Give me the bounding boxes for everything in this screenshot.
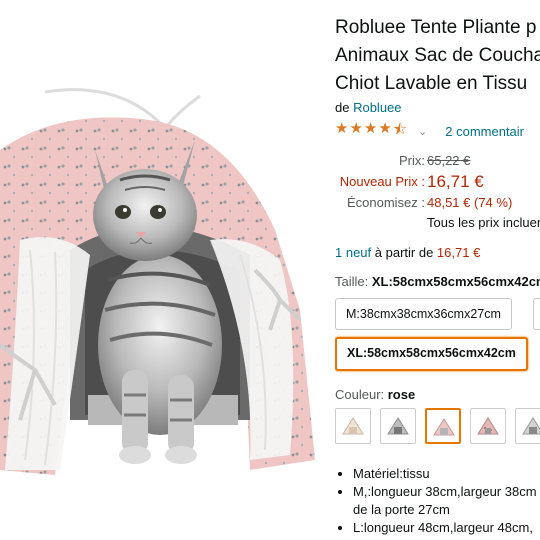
color-label-row: Couleur: rose bbox=[335, 387, 415, 402]
tent-thumbnail-icon bbox=[433, 418, 455, 436]
star-icon: ★ bbox=[363, 120, 379, 137]
feature-list: Matériel:tissu M,:longueur 38cm,largeur … bbox=[335, 465, 537, 537]
savings-label: Économisez : bbox=[346, 195, 425, 210]
tax-note: Tous les prix incluen bbox=[427, 215, 540, 230]
color-selected: rose bbox=[387, 387, 416, 402]
tent-thumbnail-icon bbox=[387, 417, 409, 435]
color-swatch-beige[interactable] bbox=[335, 408, 371, 444]
from-text: à partir de bbox=[371, 245, 437, 260]
star-icon: ★ bbox=[335, 120, 350, 137]
star-icon: ★ bbox=[349, 120, 364, 137]
list-price-label: Prix: bbox=[399, 153, 425, 168]
reviews-link[interactable]: 2 commentair bbox=[445, 124, 524, 139]
savings-value: 48,51 € (74 %) bbox=[427, 195, 513, 210]
color-swatch-pink-pattern[interactable] bbox=[470, 408, 506, 444]
color-swatch-gray-pattern[interactable] bbox=[515, 408, 540, 444]
cat-in-tent-photo bbox=[0, 88, 315, 476]
product-image[interactable] bbox=[0, 0, 325, 540]
byline: de Robluee bbox=[335, 100, 402, 115]
color-label: Couleur: bbox=[335, 387, 388, 402]
tent-thumbnail-icon bbox=[522, 417, 540, 435]
list-price-value: 65,22 € bbox=[427, 153, 471, 168]
rating-row: ★ ★ ★ ★ ⯪ ⌄ 2 commentair bbox=[335, 119, 524, 144]
size-label: Taille: bbox=[335, 274, 372, 289]
tent-thumbnail-icon bbox=[342, 417, 364, 435]
product-title: Robluee Tente Pliante p Animaux Sac de C… bbox=[335, 14, 540, 98]
feature-item: M,:longueur 38cm,largeur 38cm bbox=[353, 483, 537, 501]
tent-thumbnail-icon bbox=[477, 417, 499, 435]
size-option-next[interactable] bbox=[533, 298, 540, 330]
title-line-1: Robluee Tente Pliante p bbox=[335, 17, 537, 38]
offers-line: 1 neuf à partir de 16,71 € bbox=[335, 245, 480, 260]
brand-link[interactable]: Robluee bbox=[353, 100, 401, 115]
color-swatch-rose[interactable] bbox=[425, 408, 461, 444]
title-line-2: Animaux Sac de Coucha bbox=[335, 45, 540, 66]
chevron-down-icon[interactable]: ⌄ bbox=[418, 125, 427, 138]
product-info: Robluee Tente Pliante p Animaux Sac de C… bbox=[335, 0, 540, 540]
byline-prefix: de bbox=[335, 100, 354, 115]
color-swatches bbox=[335, 408, 540, 444]
size-selected: XL:58cmx58cmx56cmx42cm bbox=[371, 274, 540, 289]
title-line-3: Chiot Lavable en Tissu bbox=[335, 73, 528, 94]
half-star-icon: ⯪ bbox=[392, 121, 409, 138]
from-price: 16,71 € bbox=[436, 245, 481, 260]
new-offers-link[interactable]: 1 neuf bbox=[335, 245, 371, 260]
star-icon: ★ bbox=[378, 120, 393, 137]
color-swatch-gray[interactable] bbox=[380, 408, 416, 444]
new-price-value: 16,71 € bbox=[427, 172, 484, 191]
new-price-label: Nouveau Prix : bbox=[339, 174, 425, 189]
feature-item-continued: de la porte 27cm bbox=[353, 502, 450, 517]
size-option-xl[interactable]: XL:58cmx58cmx56cmx42cm bbox=[335, 337, 528, 371]
size-option-m[interactable]: M:38cmx38cmx36cmx27cm bbox=[335, 298, 512, 330]
feature-item: Matériel:tissu bbox=[353, 465, 537, 483]
star-rating[interactable]: ★ ★ ★ ★ ⯪ bbox=[335, 119, 408, 144]
feature-item: L:longueur 48cm,largeur 48cm, bbox=[353, 519, 537, 537]
size-label-row: Taille: XL:58cmx58cmx56cmx42cm bbox=[335, 274, 540, 289]
